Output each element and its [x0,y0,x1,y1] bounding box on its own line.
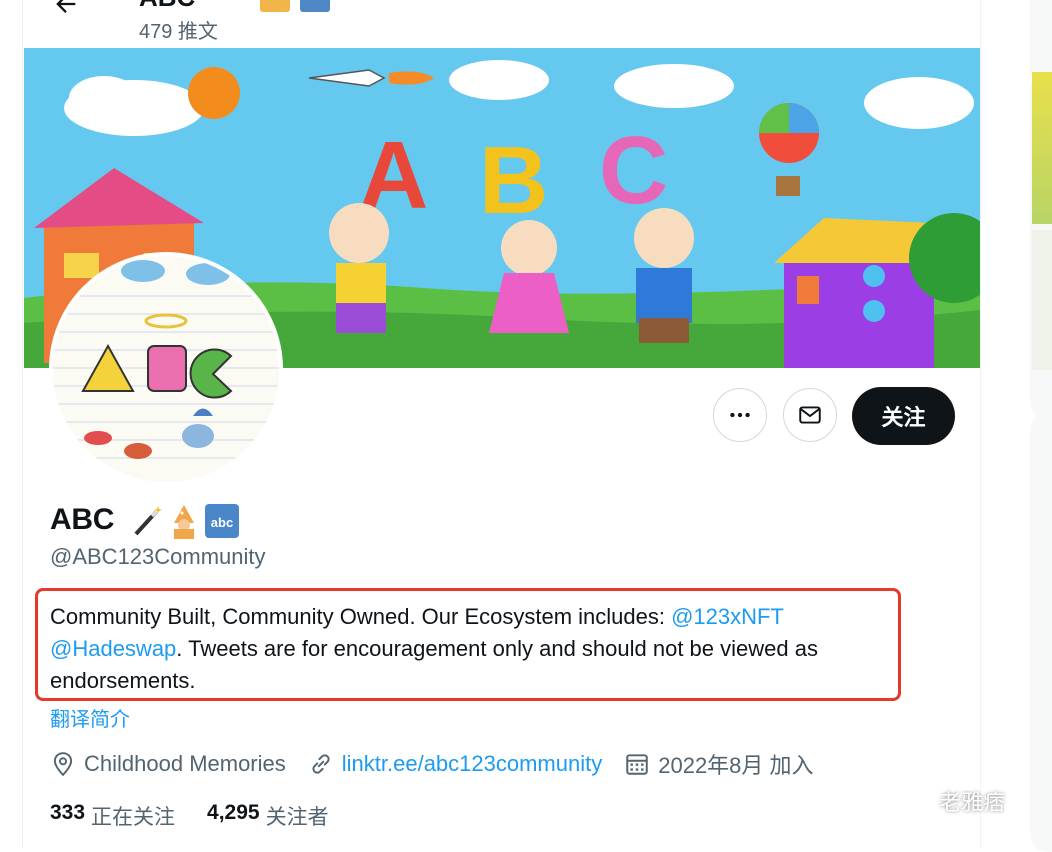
joined-item: 2022年8月 加入 [624,748,814,780]
following-count: 333 [50,801,86,824]
sidebar-trends-card[interactable] [1030,412,1052,852]
watermark: 老雅痞 [893,785,1005,817]
back-button[interactable] [48,0,84,22]
follow-button[interactable]: 关注 [852,387,955,445]
translate-bio-link[interactable]: 翻译简介 [50,703,130,732]
handle: @ABC123Community [50,544,266,569]
following-label: 正在关注 [91,806,176,829]
website-link[interactable]: linktr.ee/abc123community [342,751,602,777]
website-item: linktr.ee/abc123community [308,751,602,777]
header-emojis [260,0,330,12]
arrow-left-icon [56,0,76,13]
abc-badge-icon: abc [205,504,239,538]
svg-text:abc: abc [211,515,233,530]
follow-stats: 333 正在关注 4,295 关注者 [50,801,361,831]
wizard-icon [174,505,194,539]
magic-wand-icon [134,506,162,536]
location-text: Childhood Memories [84,751,286,776]
column-border-right [980,0,981,848]
profile-meta: Childhood Memories linktr.ee/abc123commu… [50,748,836,780]
sidebar-media-thumb[interactable] [1032,230,1052,370]
following-link[interactable]: 333 正在关注 [50,801,175,831]
more-icon [730,412,750,418]
followers-label: 关注者 [265,806,329,829]
column-border-left [22,0,23,848]
link-icon [312,754,330,774]
followers-link[interactable]: 4,295 关注者 [207,801,329,831]
svg-text:B: B [479,127,548,234]
followers-count: 4,295 [207,801,260,824]
abc-emoji-icon [300,0,330,12]
watermark-text: 老雅痞 [939,790,1006,815]
header-name: ABC [139,0,195,13]
avatar-illustration [53,256,279,482]
wizard-emoji-icon [260,0,290,12]
highlight-annotation [35,588,901,701]
message-button[interactable] [783,388,837,442]
sidebar-media-thumb[interactable] [1032,72,1052,224]
calendar-icon [626,754,648,775]
profile-avatar[interactable] [49,252,283,486]
display-name: ABC [50,503,115,536]
location-item: Childhood Memories [50,751,286,777]
svg-text:C: C [599,117,668,224]
location-pin-icon [53,752,73,777]
joined-text: 2022年8月 加入 [658,753,814,778]
envelope-icon [799,406,821,424]
wechat-icon [894,788,931,814]
tweet-count: 479 推文 [139,21,218,43]
name-emojis: abc [132,503,240,539]
more-button[interactable] [713,388,767,442]
